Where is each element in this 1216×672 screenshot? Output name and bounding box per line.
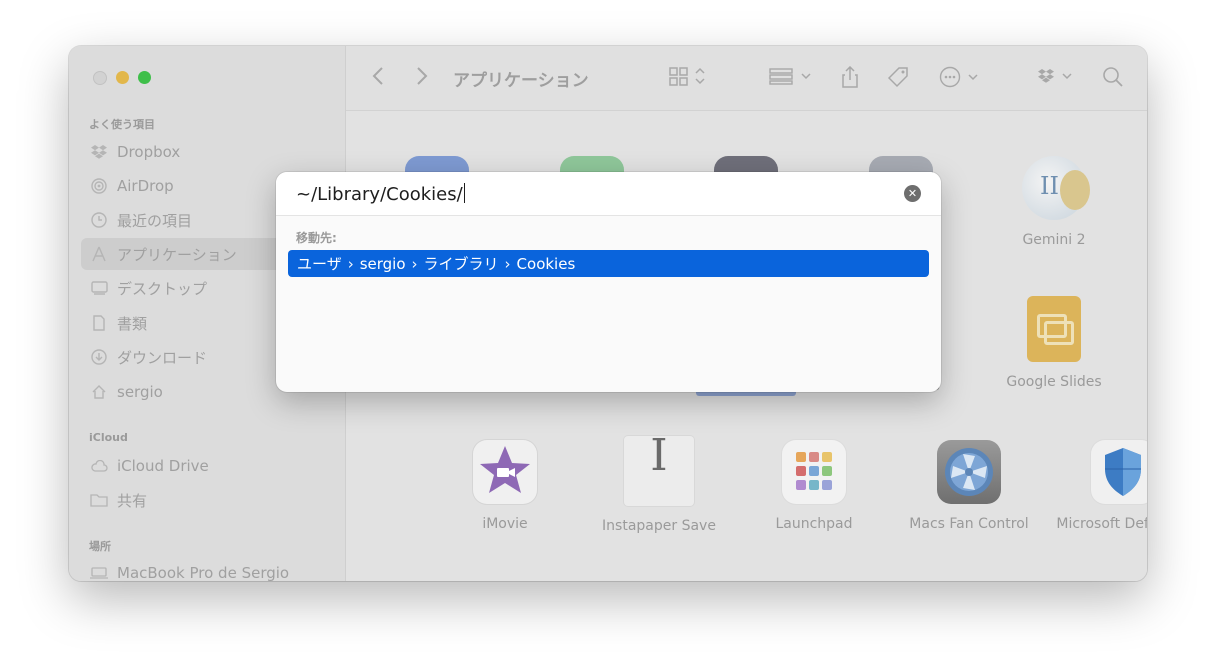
airdrop-icon	[90, 177, 108, 195]
window-controls	[93, 71, 151, 85]
chevron-right-icon: ›	[504, 254, 511, 273]
launchpad-icon	[782, 440, 846, 504]
clock-icon	[90, 211, 108, 229]
applications-icon	[90, 245, 108, 263]
document-icon	[90, 314, 108, 332]
sidebar-item-icloud-drive[interactable]: iCloud Drive	[81, 450, 333, 482]
path-segment: ライブラリ	[423, 255, 499, 273]
app-google-slides[interactable]: Google Slides	[979, 296, 1129, 392]
gemini-icon: II	[1022, 156, 1090, 220]
sidebar-section-locations: 場所	[89, 540, 111, 553]
path-segment: sergio	[359, 254, 406, 273]
download-icon	[90, 348, 108, 366]
sidebar-item-label: 共有	[117, 491, 148, 510]
zoom-window-button[interactable]	[138, 71, 151, 84]
forward-button[interactable]	[416, 66, 428, 91]
toolbar: アプリケーション	[346, 46, 1147, 111]
app-microsoft-defender[interactable]: Microsoft Defender	[1048, 440, 1147, 534]
sidebar-item-label: AirDrop	[117, 177, 174, 195]
tag-icon[interactable]	[887, 66, 909, 93]
shield-icon	[1091, 440, 1147, 504]
path-segment: Cookies	[516, 254, 576, 273]
sidebar-section-favorites: よく使う項目	[89, 118, 155, 131]
cloud-icon	[90, 457, 108, 475]
app-label: Gemini 2	[1022, 232, 1086, 248]
share-icon[interactable]	[841, 65, 859, 93]
sidebar-item-dropbox[interactable]: Dropbox	[81, 136, 333, 168]
chevron-right-icon: ›	[411, 254, 418, 273]
back-button[interactable]	[372, 66, 384, 91]
clear-icon[interactable]: ✕	[904, 185, 921, 202]
laptop-icon	[90, 564, 108, 581]
app-label: Google Slides	[1006, 374, 1102, 390]
sidebar-item-label: MacBook Pro de Sergio	[117, 564, 290, 581]
app-imovie[interactable]: iMovie	[430, 440, 580, 534]
sidebar-item-label: ダウンロード	[117, 348, 208, 367]
go-to-folder-dialog: ~/Library/Cookies/ ✕ 移動先: ユーザ › sergio ›…	[276, 172, 941, 392]
google-slides-icon	[1027, 296, 1081, 362]
sidebar-item-label: sergio	[117, 383, 163, 401]
close-window-button[interactable]	[93, 71, 107, 85]
window-title: アプリケーション	[453, 71, 589, 91]
group-button[interactable]	[769, 66, 813, 91]
sidebar-item-label: Dropbox	[117, 143, 181, 161]
app-gemini-2[interactable]: II Gemini 2	[979, 156, 1129, 250]
app-label: Launchpad	[775, 516, 853, 532]
minimize-window-button[interactable]	[116, 71, 129, 84]
sidebar-item-macbook[interactable]: MacBook Pro de Sergio	[81, 557, 333, 581]
go-to-label: 移動先:	[296, 231, 337, 245]
sidebar-item-label: iCloud Drive	[117, 457, 209, 475]
app-label: Macs Fan Control	[909, 516, 1029, 532]
path-segment: ユーザ	[297, 255, 342, 273]
shared-folder-icon	[90, 491, 108, 509]
dropbox-icon[interactable]	[1037, 66, 1077, 91]
app-launchpad[interactable]: Launchpad	[739, 440, 889, 534]
app-instapaper-save[interactable]: I Instapaper Save	[584, 434, 734, 536]
sidebar-item-label: 最近の項目	[117, 211, 193, 230]
text-caret	[463, 183, 465, 203]
path-input-value: ~/Library/Cookies/	[296, 184, 463, 205]
app-label: Instapaper Save	[602, 518, 716, 534]
path-input[interactable]: ~/Library/Cookies/ ✕	[276, 172, 941, 216]
dropbox-icon	[90, 143, 108, 161]
app-label: Microsoft Defender	[1056, 516, 1147, 532]
instapaper-icon: I	[624, 434, 694, 506]
search-icon[interactable]	[1102, 66, 1124, 93]
sidebar-item-label: デスクトップ	[117, 279, 208, 298]
sidebar-item-label: 書類	[117, 314, 148, 333]
app-macs-fan-control[interactable]: Macs Fan Control	[894, 440, 1044, 534]
path-suggestion-selected[interactable]: ユーザ › sergio › ライブラリ › Cookies	[288, 250, 929, 277]
chevron-right-icon: ›	[347, 254, 354, 273]
sidebar-item-shared[interactable]: 共有	[81, 484, 333, 516]
sidebar-section-icloud: iCloud	[89, 431, 128, 444]
imovie-icon	[473, 440, 537, 504]
sidebar-item-label: アプリケーション	[117, 245, 237, 264]
app-label: iMovie	[482, 516, 528, 532]
view-grid-button[interactable]	[669, 66, 707, 91]
fan-icon	[937, 440, 1001, 504]
more-actions-icon[interactable]	[939, 66, 981, 93]
desktop-icon	[90, 279, 108, 297]
home-icon	[90, 383, 108, 401]
